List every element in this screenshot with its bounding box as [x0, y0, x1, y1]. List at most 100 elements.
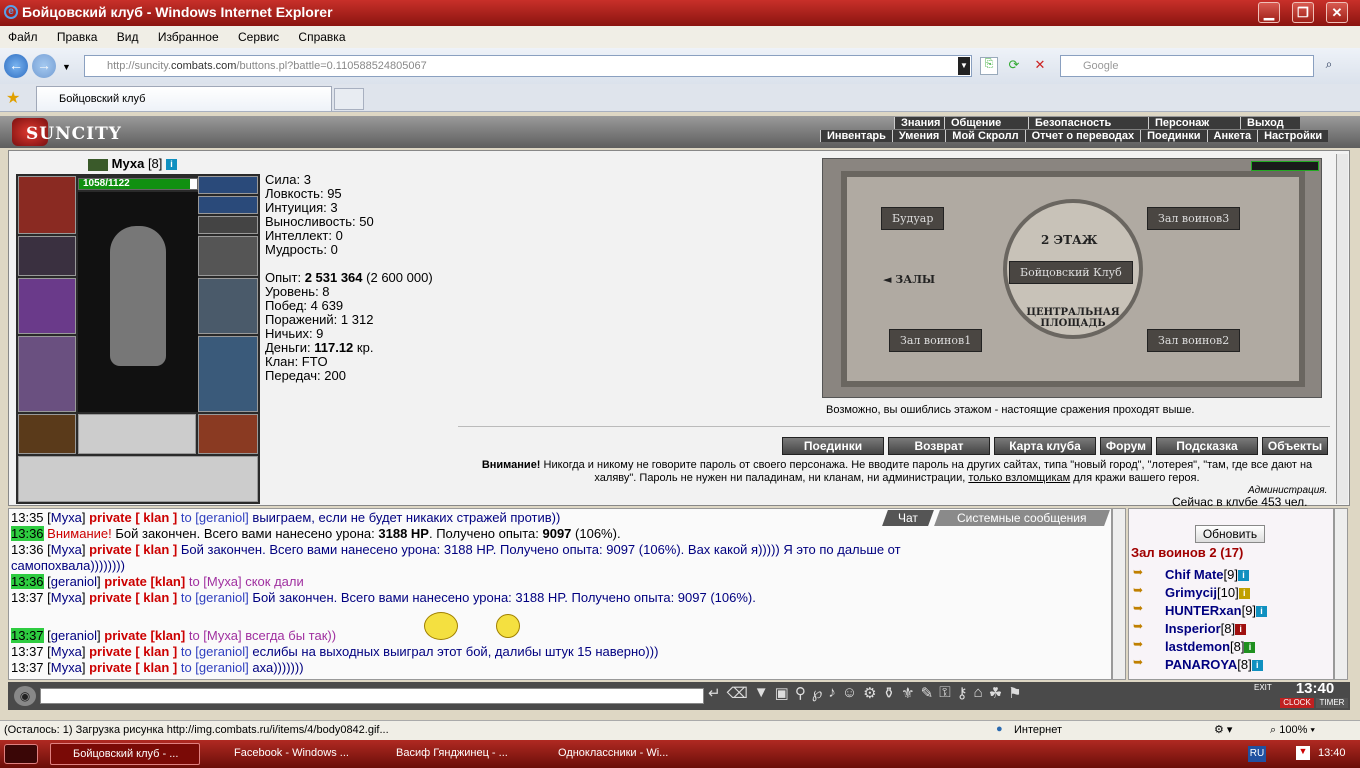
private-arrow-icon[interactable]: ➥: [1133, 619, 1143, 633]
room-boudoir[interactable]: Будуар: [881, 207, 945, 230]
maximize-button[interactable]: ❐: [1292, 2, 1314, 23]
menu-transfers[interactable]: Отчет о переводах: [1024, 130, 1141, 142]
close-button[interactable]: ✕: [1326, 2, 1348, 23]
private-arrow-icon[interactable]: ➥: [1133, 655, 1143, 669]
key-icon[interactable]: ⚿: [939, 684, 950, 708]
gold-icon[interactable]: ⚜: [901, 684, 914, 708]
bracer-slot[interactable]: [18, 236, 76, 276]
chat-input[interactable]: [40, 688, 704, 704]
back-button[interactable]: ←: [4, 54, 28, 78]
room-hall-3[interactable]: Зал воинов3: [1147, 207, 1241, 230]
bag-icon[interactable]: ⚱: [883, 684, 896, 708]
user-entry[interactable]: HUNTERxan[9] i: [1165, 603, 1268, 618]
refresh-icon[interactable]: ⟳: [1004, 57, 1024, 75]
duels-button[interactable]: Поединки: [782, 437, 884, 455]
private-arrow-icon[interactable]: ➥: [1133, 565, 1143, 579]
users-scrollbar[interactable]: [1334, 508, 1348, 680]
chat-mode-icon[interactable]: ◉: [14, 686, 36, 706]
map-halls-label[interactable]: ◄ ЗАЛЫ: [883, 273, 935, 286]
compat-view-icon[interactable]: ⎘: [980, 57, 998, 75]
task-item[interactable]: Facebook - Windows ...: [212, 743, 362, 765]
menu-security[interactable]: Безопасность: [1028, 117, 1148, 129]
new-tab-button[interactable]: [334, 88, 364, 110]
amulet-slot[interactable]: [198, 196, 258, 214]
character-name[interactable]: Муха: [112, 156, 145, 171]
eraser-icon[interactable]: ⌫: [727, 684, 748, 708]
quick-item-slots[interactable]: [18, 456, 258, 502]
private-arrow-icon[interactable]: ➥: [1133, 637, 1143, 651]
earring-slot[interactable]: [198, 176, 258, 194]
group-icon[interactable]: ☘: [989, 684, 1002, 708]
chat-scrollbar[interactable]: [1112, 508, 1126, 680]
lock-icon[interactable]: ⚷: [957, 684, 968, 708]
private-arrow-icon[interactable]: ➥: [1133, 601, 1143, 615]
user-entry[interactable]: Chif Mate[9] i: [1165, 567, 1249, 582]
task-item[interactable]: Одноклассники - Wi...: [536, 743, 686, 765]
sound-icon[interactable]: ♪: [828, 684, 836, 708]
font-icon[interactable]: ℘: [812, 684, 822, 708]
house-icon[interactable]: ⌂: [974, 684, 983, 708]
menu-scroll[interactable]: Мой Скролл: [945, 130, 1025, 142]
offhand-slot[interactable]: [198, 278, 258, 334]
menu-duels[interactable]: Поединки: [1140, 130, 1207, 142]
map-central-square[interactable]: ЦЕНТРАЛЬНАЯ ПЛОЩАДЬ: [1023, 307, 1123, 329]
menu-settings[interactable]: Настройки: [1257, 130, 1329, 142]
menu-inventory[interactable]: Инвентарь: [820, 130, 892, 142]
language-indicator[interactable]: RU: [1248, 746, 1266, 762]
address-input[interactable]: http://suncity.combats.com/buttons.pl?ba…: [84, 55, 972, 77]
info-icon[interactable]: i: [166, 159, 178, 171]
menu-knowledge[interactable]: Знания: [894, 117, 944, 129]
gloves-slot[interactable]: [198, 236, 258, 276]
search-input[interactable]: Google: [1060, 55, 1314, 77]
user-entry[interactable]: PANAROYA[8] i: [1165, 657, 1263, 672]
tray-icon[interactable]: ▼: [1296, 746, 1310, 760]
save-icon[interactable]: ▣: [775, 684, 789, 708]
menu-favorites[interactable]: Избранное: [150, 26, 227, 44]
clock-button[interactable]: CLOCK: [1280, 698, 1314, 708]
send-icon[interactable]: ↵: [708, 684, 721, 708]
history-dropdown-icon[interactable]: ▼: [62, 62, 71, 72]
user-entry[interactable]: Insperior[8] i: [1165, 621, 1247, 636]
menu-profile[interactable]: Анкета: [1206, 130, 1258, 142]
menu-skills[interactable]: Умения: [891, 130, 946, 142]
warning-link[interactable]: только взломщикам: [968, 472, 1070, 484]
tab-active[interactable]: Бойцовский клуб: [36, 86, 332, 111]
menu-edit[interactable]: Правка: [49, 26, 106, 44]
info-icon[interactable]: i: [1235, 624, 1247, 636]
start-button[interactable]: [4, 744, 38, 764]
filter-icon[interactable]: ▼: [754, 684, 769, 708]
menu-communication[interactable]: Общение: [944, 117, 1028, 129]
scroll-icon[interactable]: ✎: [921, 684, 934, 708]
flag-icon[interactable]: ⚑: [1008, 684, 1021, 708]
forward-button[interactable]: →: [32, 54, 56, 78]
chat-tab[interactable]: Чат: [882, 510, 934, 526]
room-fight-club[interactable]: Бойцовский Клуб: [1009, 261, 1133, 284]
menu-exit[interactable]: Выход: [1240, 117, 1300, 129]
protected-mode-icon[interactable]: ⚙ ▾: [1214, 723, 1232, 736]
boots-slot[interactable]: [198, 414, 258, 454]
club-map-button[interactable]: Карта клуба: [994, 437, 1096, 455]
smiles-icon[interactable]: ☺: [842, 684, 857, 708]
weapon-slot[interactable]: [18, 278, 76, 334]
task-item[interactable]: Васиф Гянджинец - ...: [374, 743, 524, 765]
menu-character[interactable]: Персонаж: [1148, 117, 1240, 129]
search-icon[interactable]: ⌕: [1318, 57, 1340, 75]
belt-slot[interactable]: [18, 414, 76, 454]
return-button[interactable]: Возврат: [888, 437, 990, 455]
menu-help[interactable]: Справка: [290, 26, 353, 44]
address-dropdown-icon[interactable]: ▼: [958, 57, 970, 75]
legs-slot[interactable]: [198, 336, 258, 412]
minimize-button[interactable]: ▁: [1258, 2, 1280, 23]
walk-icon[interactable]: ⚲: [795, 684, 806, 708]
user-entry[interactable]: lastdemon[8] i: [1165, 639, 1256, 654]
stop-icon[interactable]: ✕: [1030, 57, 1050, 75]
hint-button[interactable]: Подсказка: [1156, 437, 1258, 455]
rings-slot[interactable]: [198, 216, 258, 234]
task-item[interactable]: Бойцовский клуб - ...: [50, 743, 200, 765]
system-messages-tab[interactable]: Системные сообщения: [934, 510, 1110, 526]
character-avatar[interactable]: [78, 192, 198, 412]
info-icon[interactable]: i: [1256, 606, 1268, 618]
menu-view[interactable]: Вид: [109, 26, 147, 44]
zoom-level[interactable]: ⌕ 100% ▾: [1270, 724, 1315, 737]
helmet-slot[interactable]: [18, 176, 76, 234]
